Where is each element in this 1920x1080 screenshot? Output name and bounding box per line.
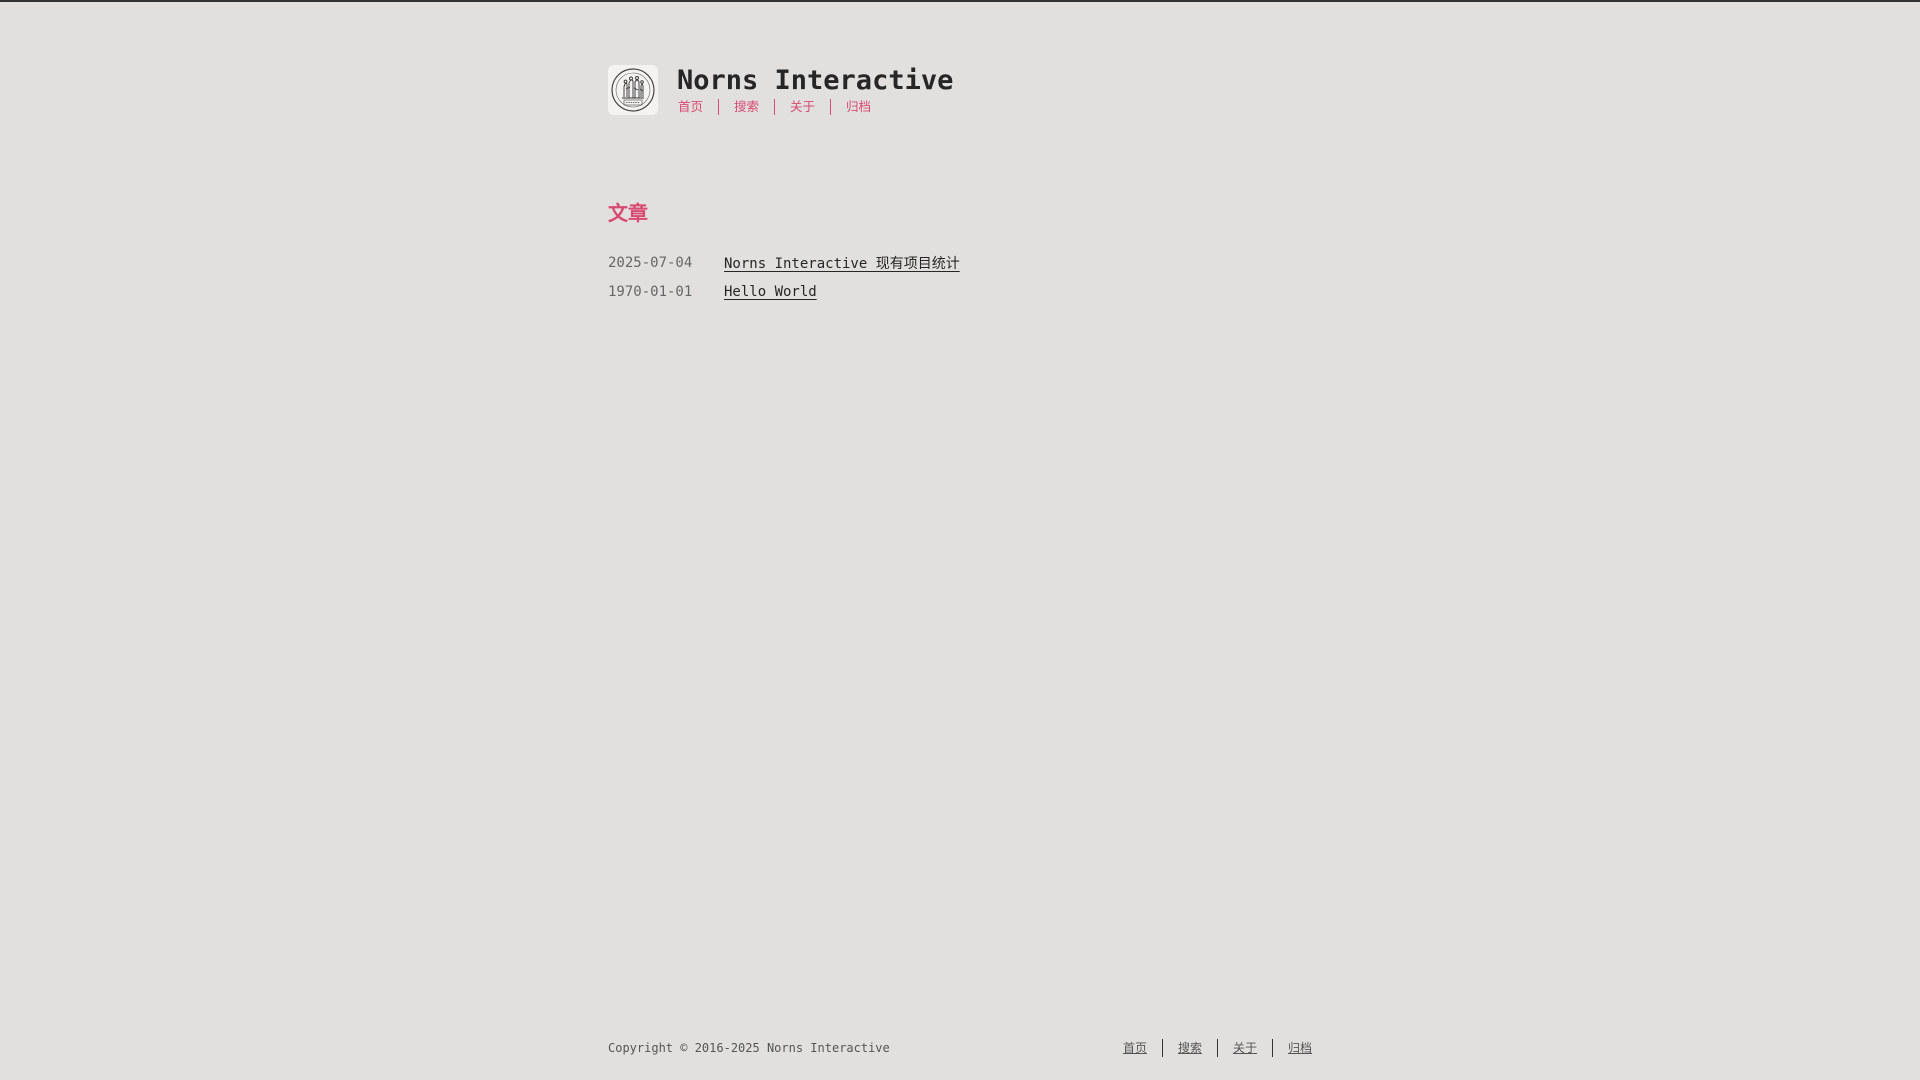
post-link[interactable]: Hello World — [724, 284, 817, 300]
brand-block: Norns Interactive 首页 搜索 关于 归档 — [677, 65, 953, 115]
copyright-text: Copyright © 2016-2025 Norns Interactive — [608, 1041, 890, 1055]
footer-nav-search[interactable]: 搜索 — [1161, 1039, 1217, 1057]
section-title: 文章 — [608, 201, 648, 225]
site-title[interactable]: Norns Interactive — [677, 66, 953, 96]
seal-logo-icon[interactable] — [608, 65, 658, 115]
main-nav: 首页 搜索 关于 归档 — [677, 99, 953, 115]
footer-nav: 首页 搜索 关于 归档 — [1108, 1039, 1312, 1057]
page-container: Norns Interactive 首页 搜索 关于 归档 文章 2025-07… — [608, 0, 1312, 1080]
post-list: 2025-07-04 Norns Interactive 现有项目统计 1970… — [608, 248, 960, 306]
list-item: 1970-01-01 Hello World — [608, 277, 960, 306]
footer-nav-home[interactable]: 首页 — [1108, 1039, 1162, 1057]
nav-item-home[interactable]: 首页 — [677, 99, 718, 115]
site-footer: Copyright © 2016-2025 Norns Interactive … — [608, 1037, 1312, 1059]
nav-item-search[interactable]: 搜索 — [718, 99, 774, 115]
post-date: 2025-07-04 — [608, 254, 693, 271]
list-item: 2025-07-04 Norns Interactive 现有项目统计 — [608, 248, 960, 277]
post-date: 1970-01-01 — [608, 283, 693, 300]
post-link[interactable]: Norns Interactive 现有项目统计 — [724, 253, 960, 273]
nav-item-archive[interactable]: 归档 — [830, 99, 886, 115]
footer-nav-about[interactable]: 关于 — [1216, 1039, 1272, 1057]
footer-nav-archive[interactable]: 归档 — [1271, 1039, 1312, 1057]
nav-item-about[interactable]: 关于 — [774, 99, 830, 115]
site-header: Norns Interactive 首页 搜索 关于 归档 — [608, 65, 953, 117]
